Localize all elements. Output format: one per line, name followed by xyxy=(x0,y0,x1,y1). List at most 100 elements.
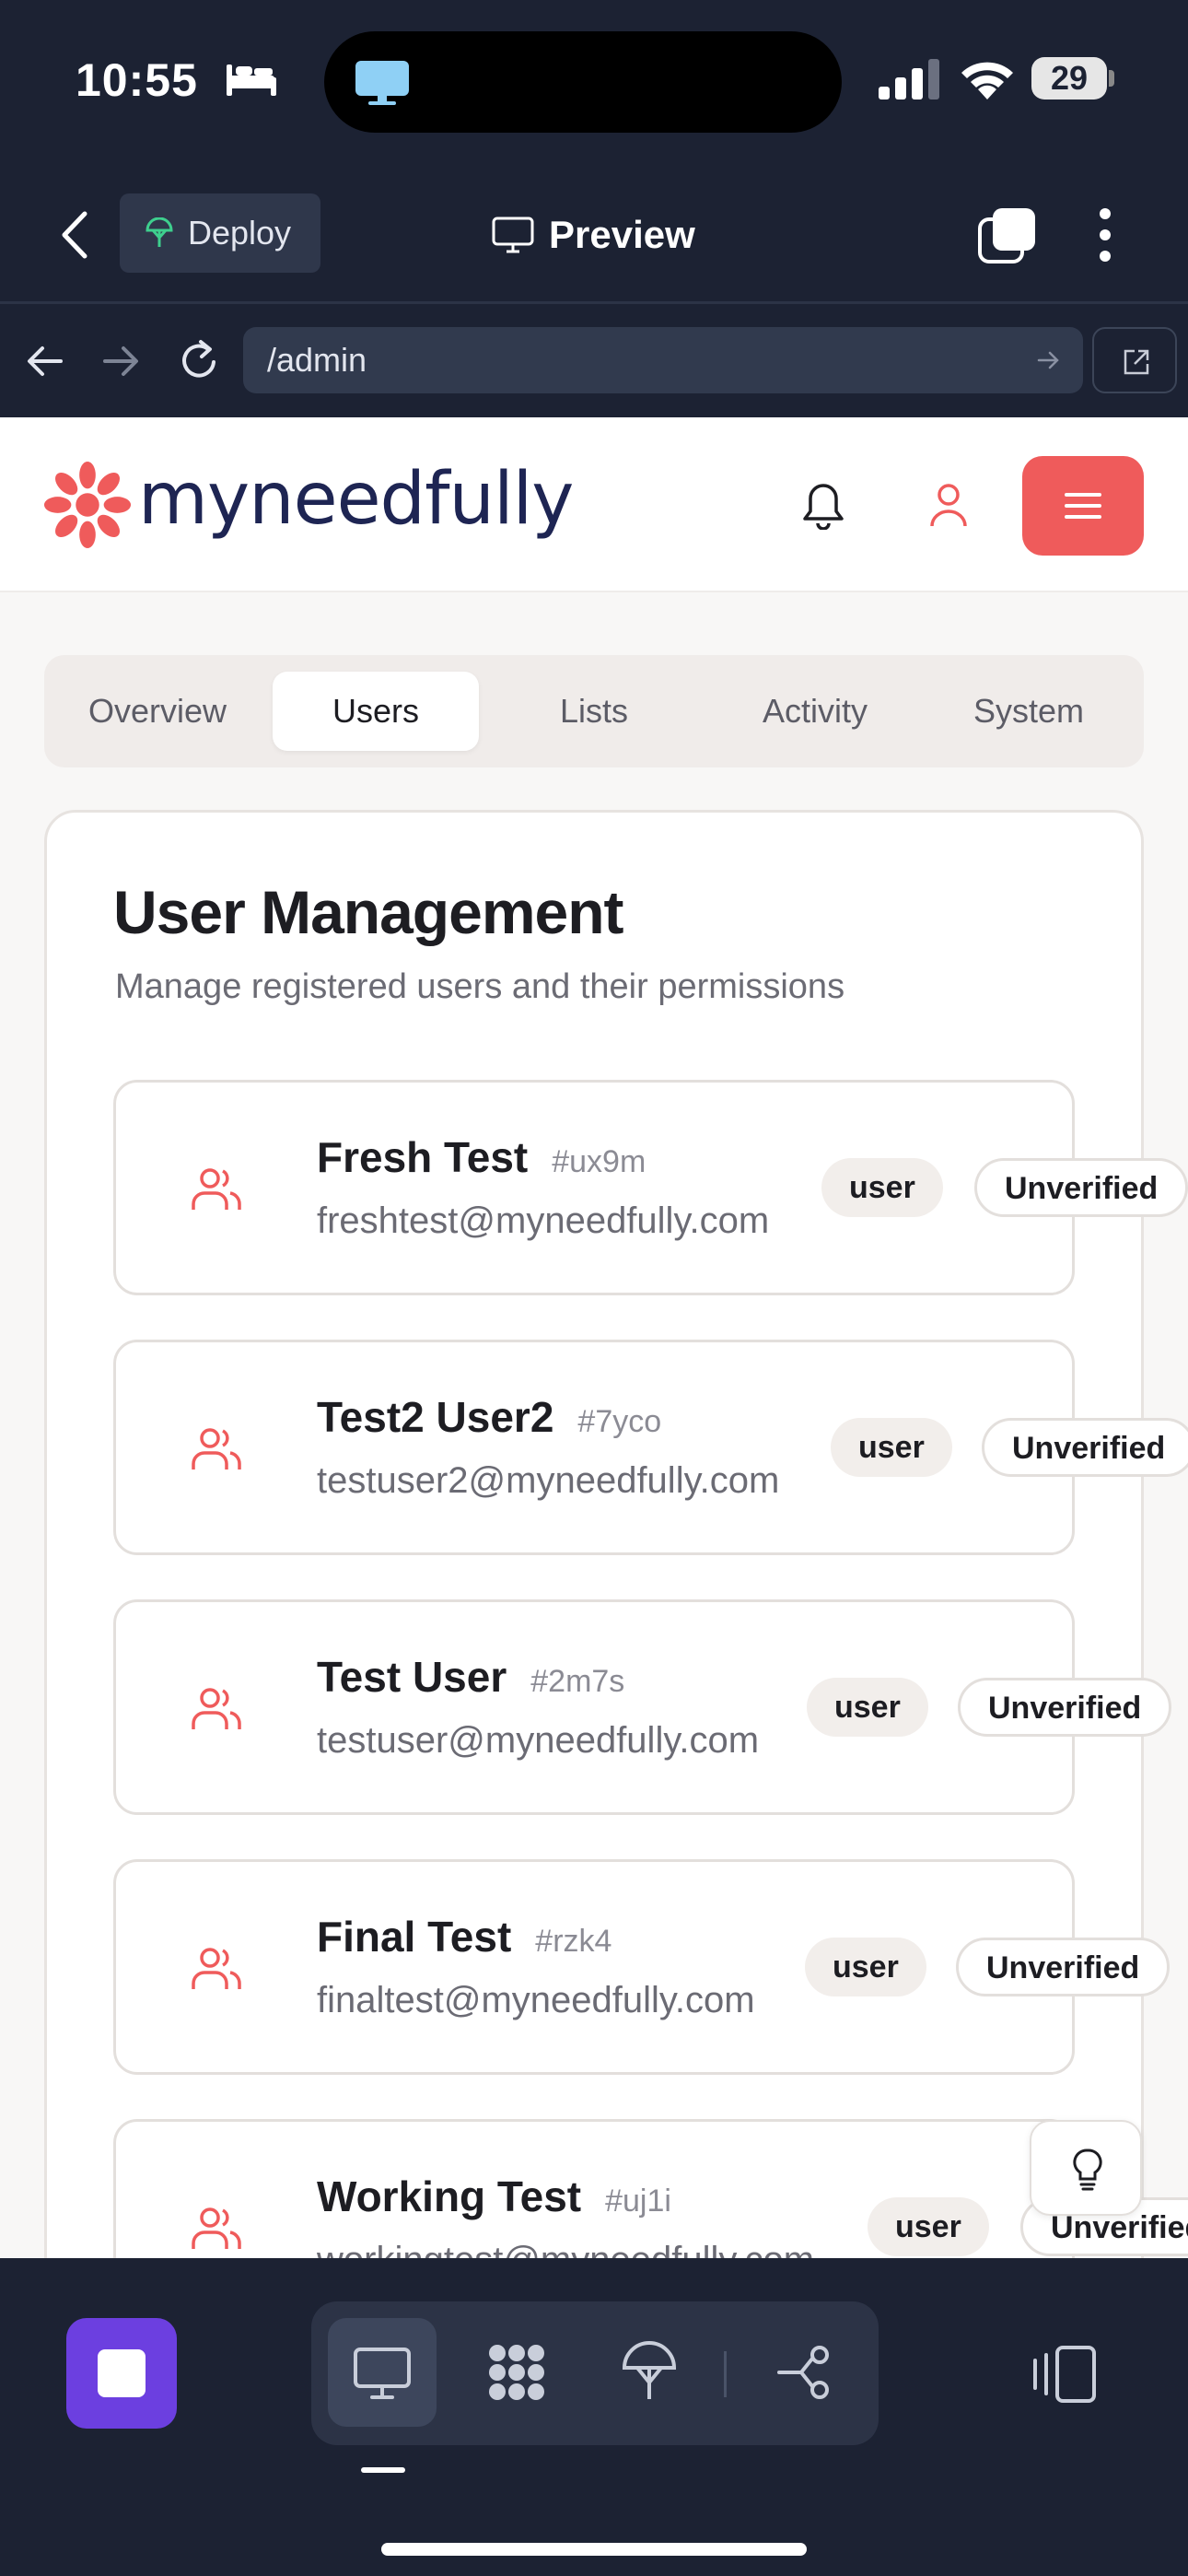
url-input[interactable]: /admin xyxy=(243,327,1083,393)
wifi-icon xyxy=(961,62,1013,100)
hamburger-icon xyxy=(1065,493,1101,519)
dock-divider xyxy=(724,2351,727,2397)
tabs-icon[interactable] xyxy=(978,206,1037,263)
back-chevron-icon[interactable] xyxy=(57,208,94,262)
reload-icon[interactable] xyxy=(179,338,221,382)
preview-label: Preview xyxy=(549,213,695,256)
monitor-icon xyxy=(355,61,409,105)
battery-level: 29 xyxy=(1031,57,1107,100)
user-name: Working Test #uj1i xyxy=(317,2172,671,2221)
tab-lists[interactable]: Lists xyxy=(497,672,691,751)
deploy-label: Deploy xyxy=(188,214,292,252)
user-name: Fresh Test #ux9m xyxy=(317,1132,646,1182)
preview-title: Preview xyxy=(492,203,695,267)
card-subtitle: Manage registered users and their permis… xyxy=(115,967,845,1006)
bell-icon[interactable] xyxy=(801,482,845,530)
users-icon xyxy=(192,1688,241,1729)
users-icon xyxy=(192,2207,241,2249)
user-row[interactable]: Fresh Test #ux9m freshtest@myneedfully.co… xyxy=(113,1080,1188,1295)
stop-icon xyxy=(98,2349,146,2397)
logo-mark-icon xyxy=(43,461,132,549)
user-id: #ux9m xyxy=(552,1144,646,1179)
open-external-button[interactable] xyxy=(1092,327,1177,393)
dock-desktop-button[interactable] xyxy=(328,2318,437,2427)
user-id: #uj1i xyxy=(605,2184,671,2219)
external-link-icon xyxy=(1124,349,1149,375)
status-time: 10:55 xyxy=(76,54,198,106)
users-icon xyxy=(192,1948,241,1989)
users-icon xyxy=(192,1428,241,1469)
dock-deploy-button[interactable] xyxy=(595,2318,704,2427)
user-row[interactable]: Working Test #uj1i workingtest@myneedfull… xyxy=(113,2119,1188,2258)
user-name: Test2 User2 #7yco xyxy=(317,1392,661,1442)
users-icon xyxy=(192,1168,241,1210)
app-toolbar: Deploy Preview xyxy=(0,166,1188,304)
card-title: User Management xyxy=(113,878,624,946)
status-badge: Unverified xyxy=(974,1158,1188,1217)
browser-url-row: /admin xyxy=(0,307,1188,417)
user-management-card: User Management Manage registered users … xyxy=(44,810,1188,2258)
signal-icon xyxy=(879,59,939,100)
role-badge: user xyxy=(831,1418,952,1477)
user-id: #2m7s xyxy=(530,1664,625,1699)
tab-activity[interactable]: Activity xyxy=(709,672,921,751)
menu-button[interactable] xyxy=(1022,456,1144,556)
deploy-button[interactable]: Deploy xyxy=(120,193,320,273)
dock-apps-button[interactable] xyxy=(462,2318,571,2427)
bottom-dock xyxy=(0,2261,1188,2576)
battery-icon: 29 xyxy=(1031,57,1114,101)
logo-text[interactable]: myneedfully xyxy=(138,458,574,541)
status-badge: Unverified xyxy=(956,1938,1171,1996)
status-bar: 10:55 29 xyxy=(0,0,1188,166)
role-badge: user xyxy=(821,1158,943,1217)
user-id: #7yco xyxy=(577,1404,662,1439)
user-email: testuser2@myneedfully.com xyxy=(317,1460,780,1501)
person-icon[interactable] xyxy=(928,482,969,528)
tab-overview[interactable]: Overview xyxy=(61,672,254,751)
lightbulb-icon xyxy=(1073,2149,1102,2191)
user-name-text: Working Test xyxy=(317,2172,582,2220)
user-email: freshtest@myneedfully.com xyxy=(317,1200,770,1241)
site-header: myneedfully xyxy=(0,417,1188,592)
dock-git-button[interactable] xyxy=(751,2318,860,2427)
user-row[interactable]: Test2 User2 #7yco testuser2@myneedfully.c… xyxy=(113,1340,1188,1555)
url-text: /admin xyxy=(267,341,367,379)
home-indicator xyxy=(381,2543,807,2556)
dock-tool-group xyxy=(311,2301,879,2445)
stop-button[interactable] xyxy=(66,2318,177,2429)
deploy-tree-icon xyxy=(622,2341,677,2399)
arrow-right-icon[interactable] xyxy=(101,344,140,379)
more-icon[interactable] xyxy=(1094,206,1116,263)
deploy-icon xyxy=(146,217,173,247)
status-badge: Unverified xyxy=(958,1678,1172,1737)
web-viewport: myneedfully Overview Users Lists Activit… xyxy=(0,417,1188,2258)
user-email: workingtest@myneedfully.com xyxy=(317,2240,814,2258)
role-badge: user xyxy=(805,1938,926,1996)
tab-users[interactable]: Users xyxy=(273,672,479,751)
help-button[interactable] xyxy=(1030,2120,1142,2216)
user-row[interactable]: Final Test #rzk4 finaltest@myneedfully.co… xyxy=(113,1859,1171,2075)
user-name-text: Final Test xyxy=(317,1913,512,1961)
dock-active-indicator xyxy=(361,2467,405,2473)
user-id: #rzk4 xyxy=(535,1924,612,1959)
role-badge: user xyxy=(868,2197,989,2256)
tab-system[interactable]: System xyxy=(930,672,1127,751)
user-name: Final Test #rzk4 xyxy=(317,1912,611,1961)
go-arrow-icon[interactable] xyxy=(1037,349,1061,371)
user-name-text: Test2 User2 xyxy=(317,1393,554,1441)
user-email: finaltest@myneedfully.com xyxy=(317,1980,755,2020)
status-badge: Unverified xyxy=(982,1418,1188,1477)
bed-icon xyxy=(227,64,276,96)
user-row[interactable]: Test User #2m7s testuser@myneedfully.com … xyxy=(113,1599,1172,1815)
user-email: testuser@myneedfully.com xyxy=(317,1720,760,1761)
layout-icon[interactable] xyxy=(1030,2344,1101,2405)
user-name: Test User #2m7s xyxy=(317,1652,624,1702)
preview-icon xyxy=(492,217,534,253)
user-name-text: Fresh Test xyxy=(317,1133,529,1181)
git-branch-icon xyxy=(777,2346,829,2399)
admin-tabs: Overview Users Lists Activity System xyxy=(44,655,1144,767)
arrow-left-icon[interactable] xyxy=(26,344,64,379)
desktop-icon xyxy=(354,2348,411,2399)
user-name-text: Test User xyxy=(317,1653,507,1701)
battery-tip xyxy=(1109,70,1114,87)
